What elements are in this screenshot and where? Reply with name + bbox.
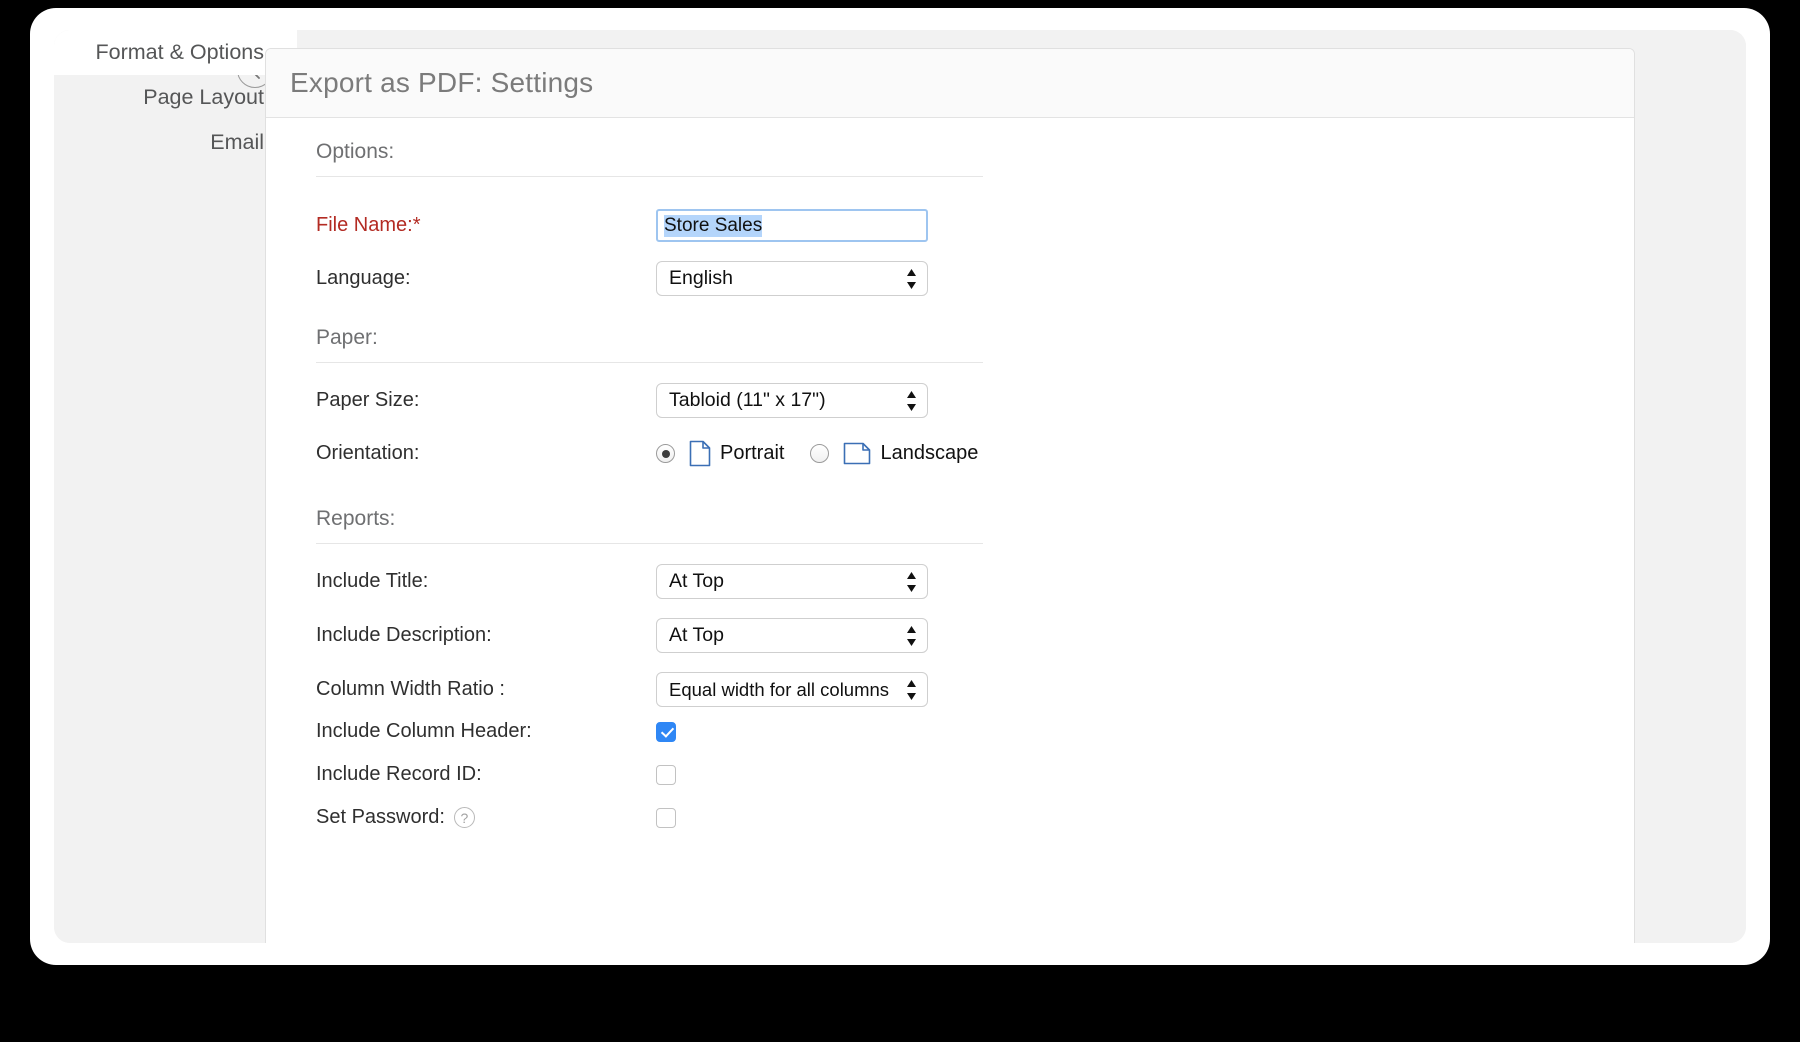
set-password-checkbox[interactable] bbox=[656, 808, 676, 828]
include-record-id-label: Include Record ID: bbox=[316, 763, 656, 786]
file-name-label: File Name:* bbox=[316, 214, 656, 237]
section-divider bbox=[316, 543, 983, 544]
row-include-description: Include Description: At Top bbox=[316, 618, 928, 653]
orientation-option-landscape[interactable]: Landscape bbox=[810, 442, 978, 465]
section-heading: Paper: bbox=[316, 326, 1412, 362]
sidebar-item-label: Page Layout bbox=[143, 85, 264, 109]
set-password-label-wrap: Set Password: ? bbox=[316, 806, 656, 829]
set-password-label: Set Password: bbox=[316, 806, 445, 829]
section-reports: Reports: bbox=[316, 507, 1412, 544]
radio-landscape[interactable] bbox=[810, 444, 829, 463]
page-landscape-icon bbox=[843, 442, 871, 465]
sidebar-item-email[interactable]: Email bbox=[54, 120, 297, 165]
paper-size-select[interactable]: Tabloid (11" x 17") bbox=[656, 383, 928, 418]
sidebar-item-label: Format & Options bbox=[96, 40, 264, 64]
row-orientation: Orientation: Portrait bbox=[316, 440, 978, 467]
language-select[interactable]: English bbox=[656, 261, 928, 296]
row-language: Language: English bbox=[316, 261, 928, 296]
row-set-password: Set Password: ? bbox=[316, 806, 676, 829]
row-include-record-id: Include Record ID: bbox=[316, 763, 676, 786]
section-divider bbox=[316, 362, 983, 363]
orientation-option-portrait[interactable]: Portrait bbox=[656, 440, 784, 467]
page-portrait-icon bbox=[689, 440, 711, 467]
panel-body: Options: File Name:* Language: English bbox=[266, 118, 1634, 943]
panel-header: Export as PDF: Settings bbox=[266, 49, 1634, 118]
app-window: Format & Options Page Layout Email Expor… bbox=[30, 8, 1770, 965]
column-width-ratio-label: Column Width Ratio : bbox=[316, 678, 656, 701]
section-options: Options: bbox=[316, 140, 1412, 177]
sidebar-item-format-options[interactable]: Format & Options bbox=[54, 30, 297, 75]
row-include-title: Include Title: At Top bbox=[316, 564, 928, 599]
include-description-select-wrap: At Top bbox=[656, 618, 928, 653]
sidebar-item-page-layout[interactable]: Page Layout bbox=[54, 75, 297, 120]
column-width-ratio-select[interactable]: Equal width for all columns bbox=[656, 672, 928, 707]
section-paper: Paper: bbox=[316, 326, 1412, 363]
workspace: Format & Options Page Layout Email Expor… bbox=[54, 30, 1746, 943]
row-paper-size: Paper Size: Tabloid (11" x 17") bbox=[316, 383, 928, 418]
include-title-select[interactable]: At Top bbox=[656, 564, 928, 599]
paper-size-label: Paper Size: bbox=[316, 389, 656, 412]
radio-portrait[interactable] bbox=[656, 444, 675, 463]
row-file-name: File Name:* bbox=[316, 209, 928, 242]
include-description-select[interactable]: At Top bbox=[656, 618, 928, 653]
sidebar: Format & Options Page Layout Email bbox=[54, 30, 297, 943]
file-name-input[interactable] bbox=[656, 209, 928, 242]
paper-size-select-wrap: Tabloid (11" x 17") bbox=[656, 383, 928, 418]
orientation-portrait-label: Portrait bbox=[720, 442, 784, 465]
section-heading: Reports: bbox=[316, 507, 1412, 543]
orientation-label: Orientation: bbox=[316, 442, 656, 465]
column-width-ratio-select-wrap: Equal width for all columns bbox=[656, 672, 928, 707]
include-record-id-checkbox[interactable] bbox=[656, 765, 676, 785]
row-include-column-header: Include Column Header: bbox=[316, 720, 676, 743]
section-heading: Options: bbox=[316, 140, 1412, 176]
row-column-width-ratio: Column Width Ratio : Equal width for all… bbox=[316, 672, 928, 707]
include-column-header-checkbox[interactable] bbox=[656, 722, 676, 742]
sidebar-item-label: Email bbox=[210, 130, 264, 154]
language-label: Language: bbox=[316, 267, 656, 290]
include-column-header-label: Include Column Header: bbox=[316, 720, 656, 743]
settings-panel: Export as PDF: Settings Options: File Na… bbox=[265, 48, 1635, 943]
page-title: Export as PDF: Settings bbox=[290, 67, 593, 99]
workspace-filler bbox=[1635, 30, 1746, 943]
include-description-label: Include Description: bbox=[316, 624, 656, 647]
language-select-wrap: English bbox=[656, 261, 928, 296]
help-icon[interactable]: ? bbox=[454, 807, 475, 828]
section-divider bbox=[316, 176, 983, 177]
orientation-landscape-label: Landscape bbox=[880, 442, 978, 465]
include-title-label: Include Title: bbox=[316, 570, 656, 593]
include-title-select-wrap: At Top bbox=[656, 564, 928, 599]
